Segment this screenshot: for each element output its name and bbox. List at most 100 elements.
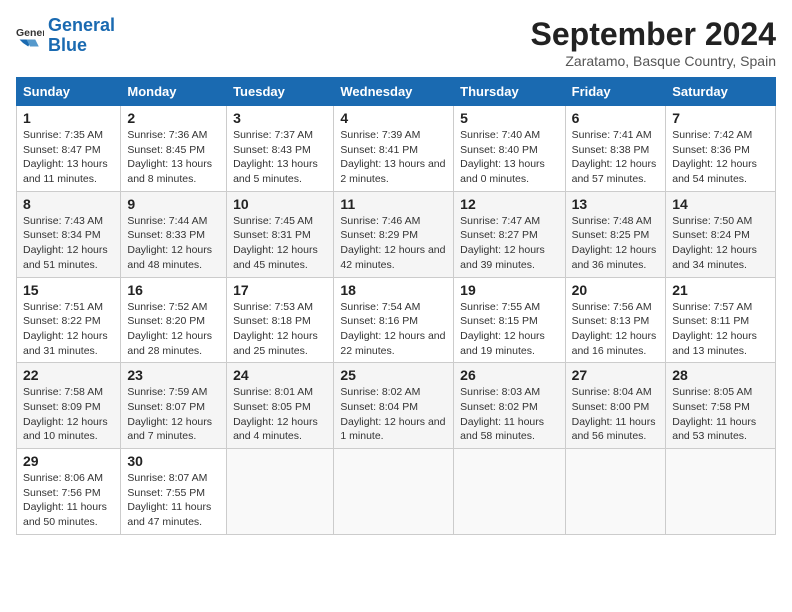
sunset: Sunset: 8:00 PM [572, 401, 650, 413]
sunrise: Sunrise: 7:35 AM [23, 129, 103, 141]
logo: General GeneralBlue [16, 16, 115, 56]
sunrise: Sunrise: 7:42 AM [672, 129, 752, 141]
day-number: 30 [127, 453, 220, 469]
sunset: Sunset: 8:38 PM [572, 144, 650, 156]
calendar-cell: 24 Sunrise: 8:01 AM Sunset: 8:05 PM Dayl… [227, 363, 334, 449]
day-info: Sunrise: 7:36 AM Sunset: 8:45 PM Dayligh… [127, 128, 220, 187]
sunrise: Sunrise: 7:58 AM [23, 386, 103, 398]
day-info: Sunrise: 7:37 AM Sunset: 8:43 PM Dayligh… [233, 128, 327, 187]
sunrise: Sunrise: 7:51 AM [23, 301, 103, 313]
sunrise: Sunrise: 8:06 AM [23, 472, 103, 484]
calendar-cell: 30 Sunrise: 8:07 AM Sunset: 7:55 PM Dayl… [121, 449, 227, 535]
daylight: Daylight: 13 hours and 2 minutes. [340, 158, 445, 185]
header-friday: Friday [565, 78, 666, 106]
sunset: Sunset: 8:34 PM [23, 229, 101, 241]
logo-icon: General [16, 22, 44, 50]
day-info: Sunrise: 7:50 AM Sunset: 8:24 PM Dayligh… [672, 214, 769, 273]
calendar-cell: 3 Sunrise: 7:37 AM Sunset: 8:43 PM Dayli… [227, 106, 334, 192]
calendar-cell: 27 Sunrise: 8:04 AM Sunset: 8:00 PM Dayl… [565, 363, 666, 449]
calendar-cell: 19 Sunrise: 7:55 AM Sunset: 8:15 PM Dayl… [454, 277, 565, 363]
calendar-header: Sunday Monday Tuesday Wednesday Thursday… [17, 78, 776, 106]
calendar-cell: 7 Sunrise: 7:42 AM Sunset: 8:36 PM Dayli… [666, 106, 776, 192]
sunset: Sunset: 8:36 PM [672, 144, 750, 156]
day-number: 17 [233, 282, 327, 298]
calendar-cell: 23 Sunrise: 7:59 AM Sunset: 8:07 PM Dayl… [121, 363, 227, 449]
sunset: Sunset: 8:04 PM [340, 401, 418, 413]
sunset: Sunset: 8:29 PM [340, 229, 418, 241]
day-info: Sunrise: 7:41 AM Sunset: 8:38 PM Dayligh… [572, 128, 660, 187]
sunset: Sunset: 8:40 PM [460, 144, 538, 156]
day-info: Sunrise: 7:55 AM Sunset: 8:15 PM Dayligh… [460, 300, 558, 359]
day-info: Sunrise: 7:47 AM Sunset: 8:27 PM Dayligh… [460, 214, 558, 273]
daylight: Daylight: 12 hours and 31 minutes. [23, 330, 108, 357]
calendar-cell: 21 Sunrise: 7:57 AM Sunset: 8:11 PM Dayl… [666, 277, 776, 363]
daylight: Daylight: 13 hours and 0 minutes. [460, 158, 545, 185]
day-info: Sunrise: 7:59 AM Sunset: 8:07 PM Dayligh… [127, 385, 220, 444]
sunrise: Sunrise: 8:04 AM [572, 386, 652, 398]
day-info: Sunrise: 7:54 AM Sunset: 8:16 PM Dayligh… [340, 300, 447, 359]
calendar-cell: 22 Sunrise: 7:58 AM Sunset: 8:09 PM Dayl… [17, 363, 121, 449]
sunrise: Sunrise: 7:41 AM [572, 129, 652, 141]
sunset: Sunset: 8:33 PM [127, 229, 205, 241]
day-info: Sunrise: 8:06 AM Sunset: 7:56 PM Dayligh… [23, 471, 114, 530]
day-info: Sunrise: 8:02 AM Sunset: 8:04 PM Dayligh… [340, 385, 447, 444]
sunrise: Sunrise: 7:36 AM [127, 129, 207, 141]
calendar-cell: 12 Sunrise: 7:47 AM Sunset: 8:27 PM Dayl… [454, 191, 565, 277]
day-number: 19 [460, 282, 558, 298]
day-info: Sunrise: 8:04 AM Sunset: 8:00 PM Dayligh… [572, 385, 660, 444]
day-number: 20 [572, 282, 660, 298]
header-wednesday: Wednesday [334, 78, 454, 106]
day-info: Sunrise: 7:42 AM Sunset: 8:36 PM Dayligh… [672, 128, 769, 187]
sunset: Sunset: 8:43 PM [233, 144, 311, 156]
calendar-cell: 29 Sunrise: 8:06 AM Sunset: 7:56 PM Dayl… [17, 449, 121, 535]
calendar-cell: 9 Sunrise: 7:44 AM Sunset: 8:33 PM Dayli… [121, 191, 227, 277]
calendar-cell: 2 Sunrise: 7:36 AM Sunset: 8:45 PM Dayli… [121, 106, 227, 192]
calendar-cell: 20 Sunrise: 7:56 AM Sunset: 8:13 PM Dayl… [565, 277, 666, 363]
calendar-cell: 5 Sunrise: 7:40 AM Sunset: 8:40 PM Dayli… [454, 106, 565, 192]
day-info: Sunrise: 7:45 AM Sunset: 8:31 PM Dayligh… [233, 214, 327, 273]
sunrise: Sunrise: 7:43 AM [23, 215, 103, 227]
daylight: Daylight: 12 hours and 22 minutes. [340, 330, 445, 357]
sunset: Sunset: 8:18 PM [233, 315, 311, 327]
sunrise: Sunrise: 8:07 AM [127, 472, 207, 484]
sunset: Sunset: 8:31 PM [233, 229, 311, 241]
day-number: 28 [672, 367, 769, 383]
calendar-cell: 10 Sunrise: 7:45 AM Sunset: 8:31 PM Dayl… [227, 191, 334, 277]
sunrise: Sunrise: 7:59 AM [127, 386, 207, 398]
daylight: Daylight: 12 hours and 19 minutes. [460, 330, 545, 357]
week-row-0: 1 Sunrise: 7:35 AM Sunset: 8:47 PM Dayli… [17, 106, 776, 192]
day-number: 16 [127, 282, 220, 298]
sunrise: Sunrise: 7:47 AM [460, 215, 540, 227]
month-title: September 2024 [531, 16, 776, 53]
sunset: Sunset: 8:25 PM [572, 229, 650, 241]
day-info: Sunrise: 7:51 AM Sunset: 8:22 PM Dayligh… [23, 300, 114, 359]
calendar-cell: 17 Sunrise: 7:53 AM Sunset: 8:18 PM Dayl… [227, 277, 334, 363]
page-header: General GeneralBlue September 2024 Zarat… [16, 16, 776, 69]
day-number: 18 [340, 282, 447, 298]
sunset: Sunset: 8:20 PM [127, 315, 205, 327]
daylight: Daylight: 12 hours and 16 minutes. [572, 330, 657, 357]
day-number: 11 [340, 196, 447, 212]
day-info: Sunrise: 7:52 AM Sunset: 8:20 PM Dayligh… [127, 300, 220, 359]
calendar-table: Sunday Monday Tuesday Wednesday Thursday… [16, 77, 776, 535]
calendar-cell: 6 Sunrise: 7:41 AM Sunset: 8:38 PM Dayli… [565, 106, 666, 192]
day-number: 23 [127, 367, 220, 383]
sunset: Sunset: 8:41 PM [340, 144, 418, 156]
daylight: Daylight: 12 hours and 54 minutes. [672, 158, 757, 185]
day-number: 12 [460, 196, 558, 212]
day-number: 25 [340, 367, 447, 383]
calendar-cell: 1 Sunrise: 7:35 AM Sunset: 8:47 PM Dayli… [17, 106, 121, 192]
sunset: Sunset: 7:55 PM [127, 487, 205, 499]
day-info: Sunrise: 7:40 AM Sunset: 8:40 PM Dayligh… [460, 128, 558, 187]
location: Zaratamo, Basque Country, Spain [531, 53, 776, 69]
daylight: Daylight: 12 hours and 4 minutes. [233, 416, 318, 443]
day-info: Sunrise: 7:39 AM Sunset: 8:41 PM Dayligh… [340, 128, 447, 187]
daylight: Daylight: 12 hours and 42 minutes. [340, 244, 445, 271]
calendar-cell: 4 Sunrise: 7:39 AM Sunset: 8:41 PM Dayli… [334, 106, 454, 192]
calendar-cell: 13 Sunrise: 7:48 AM Sunset: 8:25 PM Dayl… [565, 191, 666, 277]
calendar-cell: 11 Sunrise: 7:46 AM Sunset: 8:29 PM Dayl… [334, 191, 454, 277]
title-area: September 2024 Zaratamo, Basque Country,… [531, 16, 776, 69]
day-number: 15 [23, 282, 114, 298]
daylight: Daylight: 12 hours and 28 minutes. [127, 330, 212, 357]
calendar-cell [454, 449, 565, 535]
